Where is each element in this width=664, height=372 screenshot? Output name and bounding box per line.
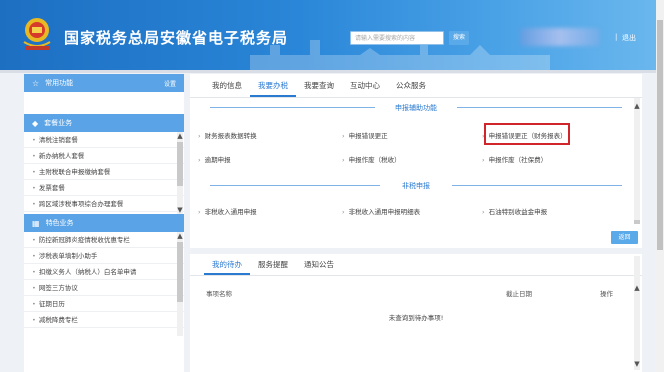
special-list: 防控新冠肺炎疫情税收优惠专栏 涉税表单填制小助手 扣缴义务人（纳税人）白名单申请… — [24, 232, 184, 352]
sidebar-item-tripartite[interactable]: 网签三方协议 — [24, 280, 184, 296]
col-action: 操作 — [600, 290, 613, 298]
link-financial-conversion[interactable]: 财务报表数据转换 — [198, 130, 257, 140]
highlight-box — [484, 123, 570, 145]
back-button[interactable]: 返回 — [611, 231, 638, 244]
todo-panel: 我的待办 服务提醒 通知公告 事项名称 截止日期 操作 未查询到待办事项! ▲ … — [190, 254, 642, 372]
main-tabs: 我的信息 我要办税 我要查询 互动中心 公众服务 — [190, 74, 642, 98]
main-scrollbar[interactable]: ▲ — [634, 98, 640, 224]
tab-my-todo[interactable]: 我的待办 — [204, 254, 250, 275]
special-section-header[interactable]: ▦ 特色业务 — [24, 214, 184, 232]
tab-do-tax[interactable]: 我要办税 — [250, 74, 296, 97]
link-nontax-detail[interactable]: 非税收入通用申报明细表 — [342, 206, 421, 216]
search-button[interactable]: 搜索 — [449, 31, 469, 45]
tab-my-info[interactable]: 我的信息 — [204, 74, 250, 97]
sidebar: ☆ 常用功能 设置 ◆ 套餐业务 清税注销套餐 新办纳税人套餐 主附税联合申报缴… — [24, 74, 184, 372]
package-section-header[interactable]: ◆ 套餐业务 — [24, 114, 184, 132]
link-overdue-declaration[interactable]: 逾期申报 — [198, 154, 231, 164]
sidebar-item-tax-cut[interactable]: 减税降费专栏 — [24, 312, 184, 328]
favorites-settings-link[interactable]: 设置 — [164, 79, 176, 88]
sidebar-item-joint-declaration[interactable]: 主附税联合申报缴纳套餐 — [24, 164, 184, 180]
search-input[interactable]: 请输入需要搜索的内容 — [350, 31, 444, 45]
scroll-up-icon[interactable]: ▲ — [176, 132, 184, 140]
link-void-social[interactable]: 申报作废（社保费） — [482, 154, 548, 164]
todo-empty-message: 未查询到待办事项! — [388, 314, 444, 322]
link-nontax-general[interactable]: 非税收入通用申报 — [198, 206, 257, 216]
logout-link[interactable]: 退出 — [622, 33, 636, 43]
scroll-up-icon[interactable]: ▲ — [633, 284, 641, 292]
user-info-blurred — [520, 28, 600, 46]
favorites-label: 常用功能 — [45, 79, 74, 87]
tab-query[interactable]: 我要查询 — [296, 74, 342, 97]
header-separator: | — [615, 33, 618, 41]
special-section-label: 特色业务 — [45, 219, 74, 227]
star-icon: ☆ — [32, 78, 40, 88]
app-title: 国家税务总局安徽省电子税务局 — [64, 29, 289, 47]
col-deadline: 截止日期 — [506, 290, 532, 298]
page-scrollbar[interactable] — [656, 0, 664, 372]
tab-notices[interactable]: 通知公告 — [296, 254, 342, 275]
special-scrollbar[interactable]: ▲ — [177, 232, 183, 336]
tab-service-reminder[interactable]: 服务提醒 — [250, 254, 296, 275]
link-void-tax[interactable]: 申报作废（税收） — [342, 154, 401, 164]
link-declaration-correction[interactable]: 申报错误更正 — [342, 130, 388, 140]
package-scrollbar[interactable]: ▲ ▼ — [177, 132, 183, 214]
scroll-down-icon[interactable]: ▼ — [633, 360, 641, 368]
scroll-down-icon[interactable]: ▼ — [176, 206, 184, 214]
col-item-name: 事项名称 — [206, 290, 232, 298]
tax-emblem-icon — [23, 18, 51, 50]
sidebar-item-new-taxpayer[interactable]: 新办纳税人套餐 — [24, 148, 184, 164]
favorites-header[interactable]: ☆ 常用功能 设置 — [24, 74, 184, 92]
todo-scrollbar[interactable]: ▲ ▼ — [634, 256, 640, 370]
sidebar-item-invoice[interactable]: 发票套餐 — [24, 180, 184, 196]
section-title-declaration-aid: 申报辅助功能 — [395, 104, 437, 112]
sidebar-item-epidemic[interactable]: 防控新冠肺炎疫情税收优惠专栏 — [24, 232, 184, 248]
header-stripe — [0, 70, 664, 73]
layers-icon: ◆ — [32, 118, 39, 128]
sidebar-item-form-helper[interactable]: 涉税表单填制小助手 — [24, 248, 184, 264]
scroll-up-icon[interactable]: ▲ — [176, 232, 184, 240]
app-header: 国家税务总局安徽省电子税务局 请输入需要搜索的内容 搜索 | 退出 — [0, 0, 664, 70]
todo-table-header: 事项名称 截止日期 操作 — [190, 288, 642, 300]
sidebar-item-whitelist[interactable]: 扣缴义务人（纳税人）白名单申请 — [24, 264, 184, 280]
package-section-label: 套餐业务 — [44, 119, 73, 127]
sidebar-item-clear-tax[interactable]: 清税注销套餐 — [24, 132, 184, 148]
todo-tabs: 我的待办 服务提醒 通知公告 — [190, 254, 642, 276]
tab-interaction[interactable]: 互动中心 — [342, 74, 388, 97]
link-oil-revenue[interactable]: 石油特别收益金申报 — [482, 206, 548, 216]
grid-icon: ▦ — [32, 218, 40, 228]
sidebar-item-calendar[interactable]: 征期日历 — [24, 296, 184, 312]
package-list: 清税注销套餐 新办纳税人套餐 主附税联合申报缴纳套餐 发票套餐 跨区域涉税事项综… — [24, 132, 184, 214]
main-panel: 我的信息 我要办税 我要查询 互动中心 公众服务 ▲ — [190, 74, 642, 248]
tab-public-service[interactable]: 公众服务 — [388, 74, 434, 97]
section-title-nontax: 非税申报 — [402, 182, 430, 190]
sidebar-item-cross-region[interactable]: 跨区域涉税事项综合办理套餐 — [24, 196, 184, 212]
